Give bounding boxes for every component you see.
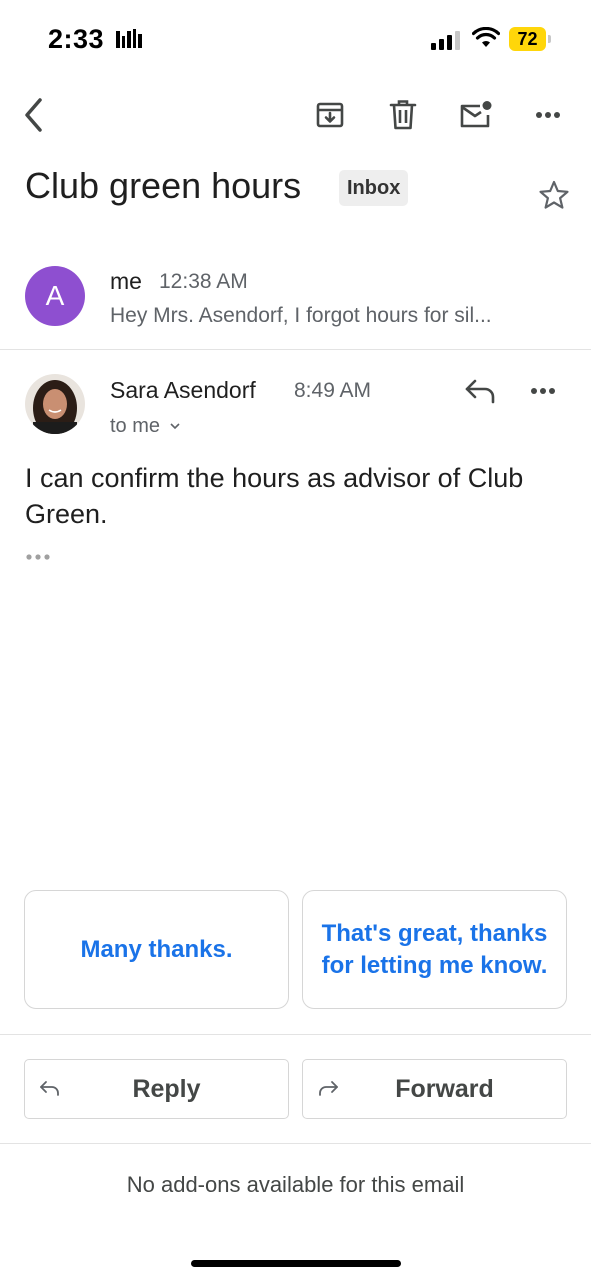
mail-unread-icon[interactable] [456, 95, 496, 135]
archive-icon[interactable] [310, 95, 350, 135]
wifi-icon [471, 26, 501, 54]
reply-button[interactable]: Reply [24, 1059, 289, 1119]
email-subject: Club green hours [25, 165, 302, 206]
forward-button[interactable]: Forward [302, 1059, 567, 1119]
inbox-label[interactable]: Inbox [339, 170, 409, 206]
recipient-label: to me [110, 415, 161, 437]
smart-reply-button[interactable]: That's great, thanks for letting me know… [302, 890, 567, 1009]
more-horizontal-icon[interactable] [530, 382, 556, 400]
more-horizontal-icon[interactable] [528, 95, 568, 135]
status-bar: 2:33 72 [0, 0, 591, 80]
smart-replies: Many thanks. That's great, thanks for le… [24, 890, 567, 1010]
addons-message: No add-ons available for this email [126, 1172, 465, 1197]
sender-name: me [110, 268, 142, 294]
forward-label: Forward [395, 1075, 494, 1103]
divider [0, 1143, 591, 1144]
reply-label: Reply [132, 1075, 201, 1103]
show-trimmed-content-icon[interactable] [25, 548, 51, 566]
message-expanded: Sara Asendorf 8:49 AM to me I can confir… [0, 352, 591, 582]
star-icon[interactable] [538, 179, 570, 216]
recipient-details-toggle[interactable]: to me [110, 413, 180, 438]
divider [0, 1034, 591, 1035]
trash-icon[interactable] [383, 95, 423, 135]
message-time: 8:49 AM [294, 379, 372, 402]
message-snippet: Hey Mrs. Asendorf, I forgot hours for si… [110, 304, 492, 327]
reply-icon[interactable] [463, 376, 499, 411]
activity-icon [115, 28, 145, 55]
toolbar [0, 85, 591, 145]
status-time: 2:33 [48, 24, 105, 54]
smart-reply-button[interactable]: Many thanks. [24, 890, 289, 1009]
battery-icon: 72 [509, 27, 551, 51]
message-body: I can confirm the hours as advisor of Cl… [25, 463, 524, 529]
chevron-left-icon[interactable] [14, 95, 54, 135]
message-time: 12:38 AM [159, 270, 248, 293]
sender-name: Sara Asendorf [110, 377, 256, 403]
message-collapsed[interactable]: A me 12:38 AM Hey Mrs. Asendorf, I forgo… [0, 250, 591, 350]
subject-row: Club green hours Inbox [25, 165, 570, 225]
avatar [25, 374, 85, 434]
home-indicator[interactable] [191, 1260, 401, 1267]
avatar: A [25, 266, 85, 326]
chevron-down-icon [170, 413, 180, 436]
battery-level: 72 [517, 29, 538, 49]
cellular-signal-icon [431, 30, 463, 55]
